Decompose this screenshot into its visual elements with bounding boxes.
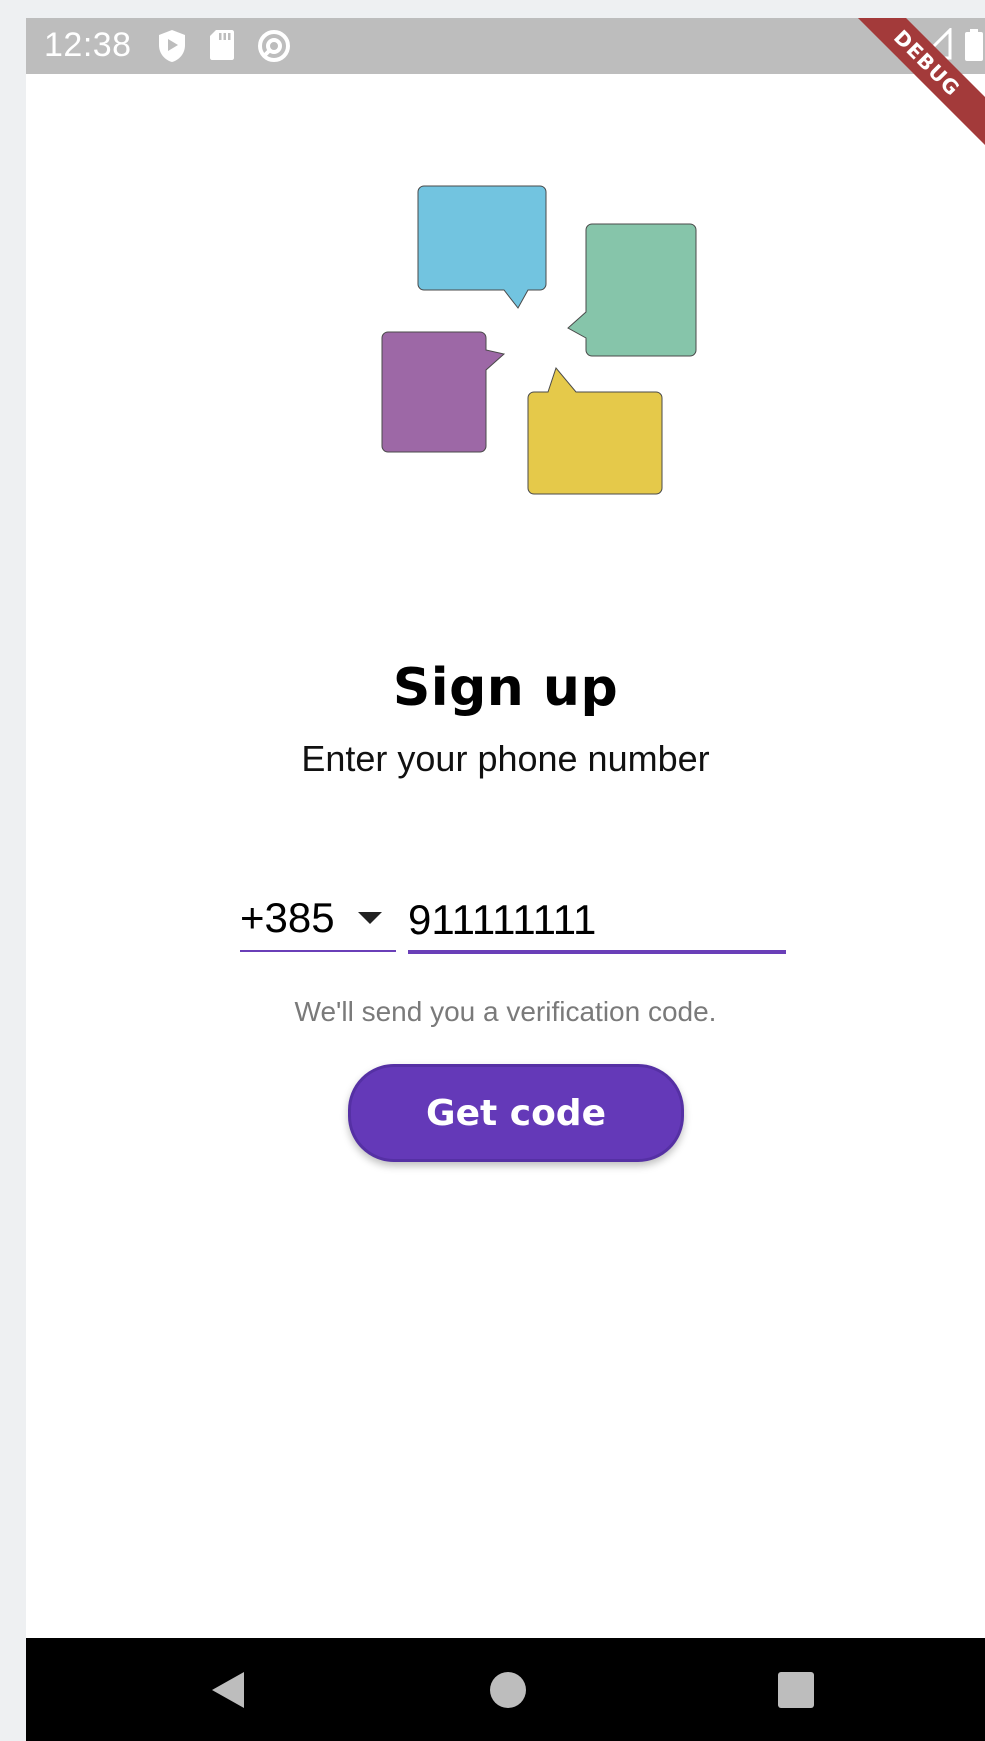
yellow-bubble-icon [527, 366, 663, 495]
page-title: Sign up [392, 658, 619, 718]
home-icon[interactable] [486, 1668, 530, 1712]
green-bubble-icon [567, 223, 697, 357]
helper-text: We'll send you a verification code. [294, 996, 717, 1027]
sd-card-icon [210, 30, 234, 60]
app-logo [381, 185, 697, 495]
debug-banner: DEBUG [830, 18, 985, 160]
purple-bubble-icon [381, 331, 506, 453]
battery-icon [965, 29, 983, 61]
data-saver-icon [258, 30, 290, 62]
phone-number-input[interactable] [408, 890, 786, 954]
country-code-dropdown[interactable]: +385 [240, 888, 396, 952]
recents-icon[interactable] [776, 1668, 816, 1712]
system-nav-bar [26, 1638, 985, 1741]
page-subtitle: Enter your phone number [301, 738, 710, 779]
country-code-value: +385 [240, 894, 335, 941]
back-icon[interactable] [208, 1668, 248, 1712]
blue-bubble-icon [417, 185, 547, 309]
get-code-button[interactable]: Get code [348, 1064, 684, 1162]
status-time: 12:38 [44, 26, 132, 64]
chevron-down-icon [358, 912, 382, 924]
play-protect-icon [159, 30, 185, 62]
phone-screen: 12:38 DEBUG Sign up Enter your phone num… [26, 18, 985, 1741]
status-bar: 12:38 DEBUG [26, 18, 985, 160]
